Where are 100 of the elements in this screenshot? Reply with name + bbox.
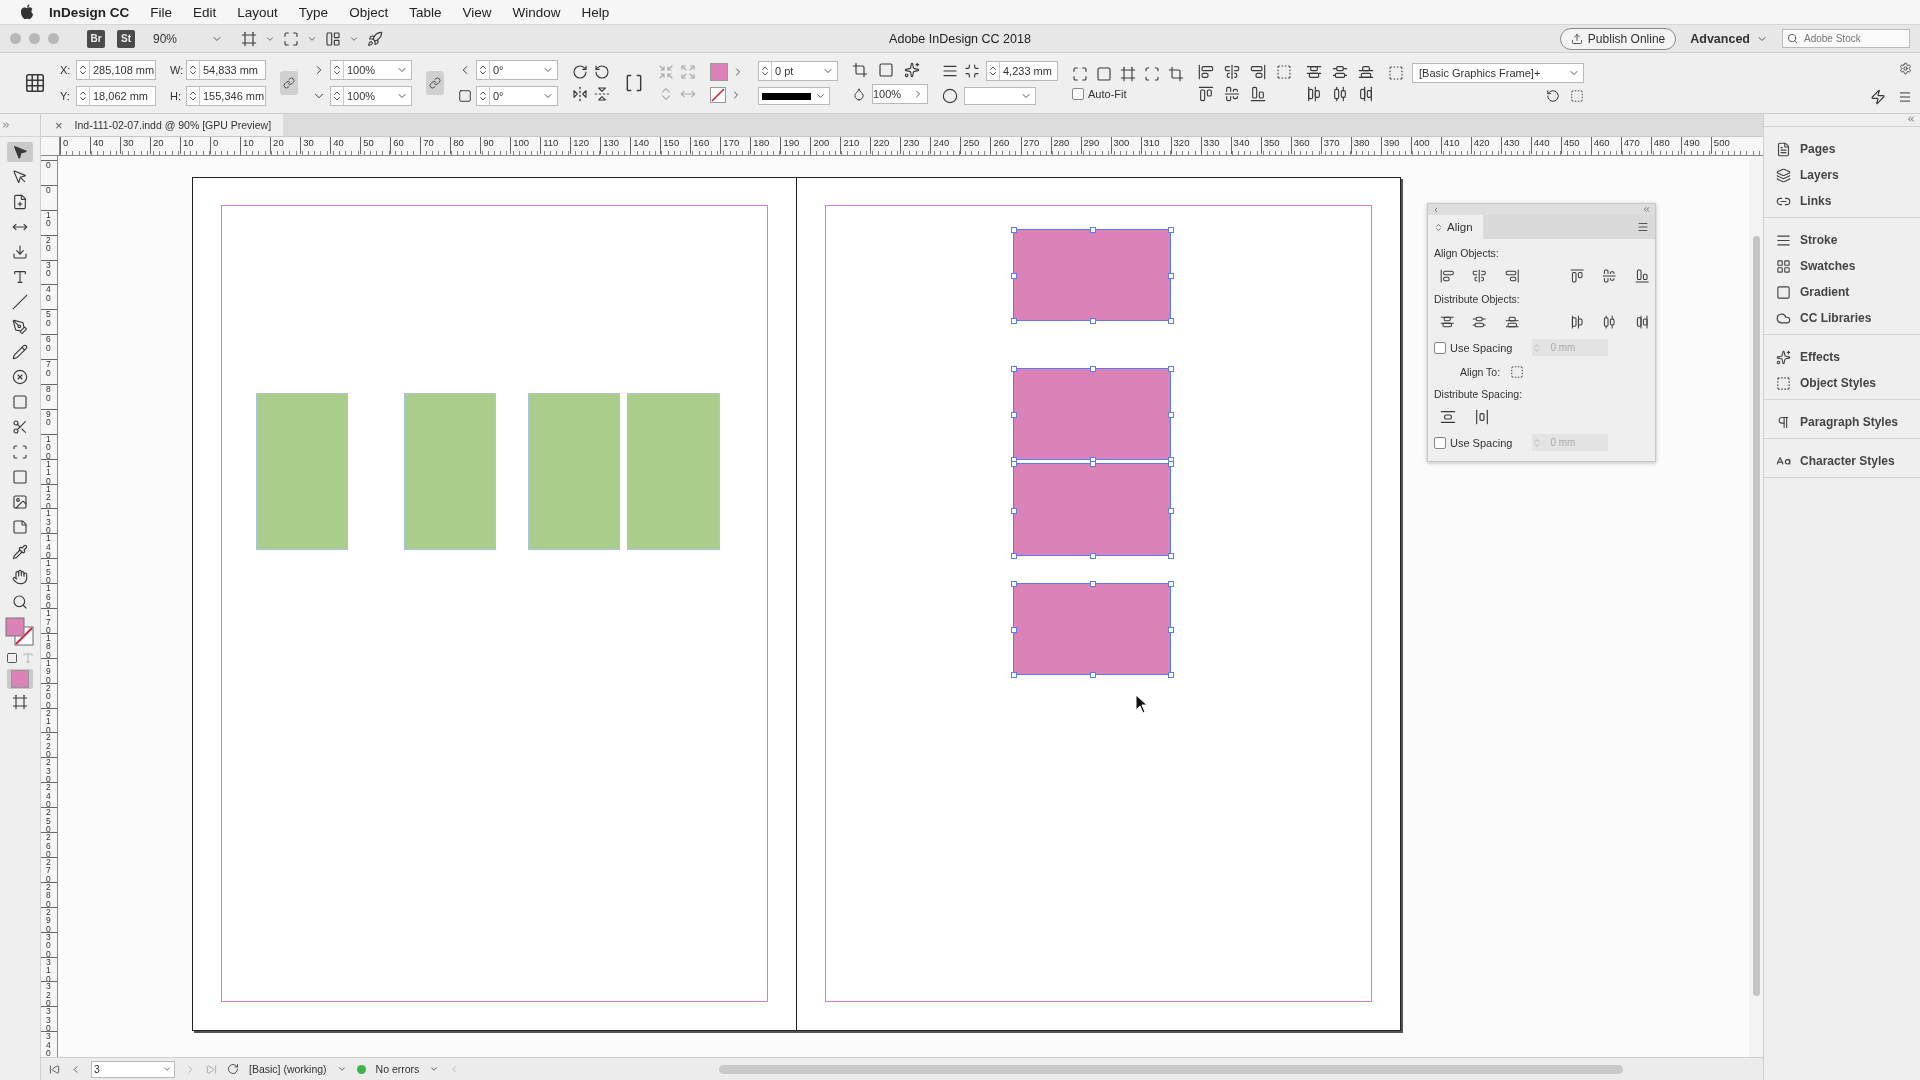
spinner-icon[interactable] bbox=[77, 90, 89, 102]
open-page-icon[interactable] bbox=[227, 1063, 239, 1075]
selection-tool-icon[interactable] bbox=[12, 144, 28, 160]
scale-y-field[interactable]: 100% bbox=[330, 86, 412, 106]
panel-item[interactable]: Gradient bbox=[1764, 279, 1920, 305]
preflight-status-dropdown[interactable]: No errors bbox=[356, 1063, 440, 1075]
text-wrap-icon[interactable] bbox=[942, 63, 958, 79]
align-bottom-icon[interactable] bbox=[1250, 86, 1266, 102]
object-style-icon[interactable] bbox=[1388, 65, 1404, 81]
fill-stroke-swatch[interactable] bbox=[5, 617, 35, 647]
distribute-bottom-icon[interactable] bbox=[1504, 314, 1520, 330]
shear-angle-field[interactable]: 0° bbox=[476, 86, 558, 106]
distribute-horizontal-space-icon[interactable] bbox=[1474, 409, 1490, 425]
flip-horizontal-icon[interactable] bbox=[572, 86, 588, 102]
panel-item[interactable]: Pages bbox=[1764, 136, 1920, 162]
menu-item[interactable]: Table bbox=[409, 4, 442, 20]
menu-icon[interactable] bbox=[1898, 89, 1912, 104]
hand-tool-icon[interactable] bbox=[12, 569, 28, 585]
line-tool-icon[interactable] bbox=[12, 294, 28, 310]
pen-tool-icon[interactable] bbox=[12, 319, 28, 335]
align-to-selection-icon[interactable] bbox=[1510, 365, 1525, 379]
zoom-level-dropdown[interactable]: 90% bbox=[153, 31, 224, 46]
spinner-icon[interactable] bbox=[77, 64, 89, 76]
stroke-type-dropdown[interactable] bbox=[758, 87, 830, 105]
direct-selection-tool-icon[interactable] bbox=[12, 169, 28, 185]
distribute-horizontal-icon[interactable] bbox=[1602, 314, 1617, 330]
settings-icon[interactable] bbox=[1899, 61, 1912, 75]
constrain-scale-button[interactable] bbox=[426, 71, 444, 95]
height-field[interactable]: 155,346 mm bbox=[186, 86, 266, 106]
spinner-icon[interactable] bbox=[759, 65, 771, 77]
publish-online-button[interactable]: Publish Online bbox=[1559, 27, 1677, 50]
opacity-icon[interactable] bbox=[852, 87, 866, 101]
close-tab-button[interactable]: × bbox=[55, 117, 63, 133]
zoom-tool-icon[interactable] bbox=[12, 594, 28, 610]
apply-color-button[interactable] bbox=[7, 669, 33, 689]
document-tab[interactable]: × Ind-111-02-07.indd @ 90% [GPU Preview] bbox=[41, 114, 284, 136]
first-page-icon[interactable] bbox=[49, 1063, 60, 1075]
scissors-tool-icon[interactable] bbox=[12, 419, 28, 435]
use-spacing-checkbox[interactable]: Use Spacing bbox=[1434, 436, 1513, 449]
frame-fitting-icon[interactable] bbox=[852, 62, 868, 78]
frame-tool-icon[interactable] bbox=[12, 369, 28, 385]
object-style-dropdown[interactable]: [Basic Graphics Frame]+ bbox=[1412, 63, 1584, 83]
distribute-right-icon[interactable] bbox=[1358, 86, 1374, 102]
quick-apply-icon[interactable] bbox=[1870, 88, 1886, 105]
arrange-documents-icon[interactable] bbox=[325, 30, 342, 47]
panel-item[interactable]: Character Styles bbox=[1764, 448, 1920, 474]
menu-item[interactable]: Layout bbox=[237, 4, 278, 20]
align-top-icon[interactable] bbox=[1569, 268, 1585, 284]
distribute-bottom-icon[interactable] bbox=[1358, 64, 1374, 80]
type-tool-icon[interactable] bbox=[12, 269, 28, 285]
object-styles-icon[interactable] bbox=[1776, 375, 1791, 391]
align-center-icon[interactable] bbox=[1472, 268, 1487, 284]
formatting-container-icon[interactable] bbox=[6, 652, 18, 664]
bridge-button[interactable]: Br bbox=[87, 29, 105, 48]
spinner-icon[interactable] bbox=[331, 90, 343, 102]
content-collector-icon[interactable] bbox=[12, 244, 28, 260]
panel-item[interactable]: CC Libraries bbox=[1764, 305, 1920, 331]
pages-icon[interactable] bbox=[1776, 141, 1791, 157]
paragraph-styles-icon[interactable] bbox=[1776, 414, 1791, 430]
preflight-profile-dropdown[interactable]: [Basic] (working) bbox=[249, 1063, 347, 1075]
wrap-contour-icon[interactable] bbox=[942, 88, 958, 104]
stroke-none-swatch[interactable] bbox=[710, 87, 726, 103]
menu-item[interactable]: Help bbox=[581, 4, 610, 20]
app-name-menu[interactable]: InDesign CC bbox=[49, 4, 130, 20]
spinner-icon[interactable] bbox=[477, 64, 489, 76]
align-right-icon[interactable] bbox=[1504, 268, 1520, 284]
page-number-field[interactable]: 3 bbox=[91, 1060, 175, 1078]
rotate-clockwise-icon[interactable] bbox=[572, 64, 588, 80]
align-right-icon[interactable] bbox=[1250, 64, 1266, 80]
note-tool-icon[interactable] bbox=[12, 519, 28, 535]
stroke-weight-field[interactable]: 0 pt bbox=[758, 61, 838, 81]
distribute-vertical-space-icon[interactable] bbox=[1440, 409, 1456, 425]
swatches-icon[interactable] bbox=[1776, 258, 1791, 274]
scale-x-field[interactable]: 100% bbox=[330, 60, 412, 80]
distribute-center-icon[interactable] bbox=[1472, 314, 1487, 330]
distribute-left-icon[interactable] bbox=[1569, 314, 1585, 330]
align-middle-icon[interactable] bbox=[1224, 86, 1240, 102]
publish-icon[interactable] bbox=[367, 30, 384, 47]
align-top-icon[interactable] bbox=[1198, 86, 1214, 102]
transform-tool-icon[interactable] bbox=[12, 444, 28, 460]
distribute-top-icon[interactable] bbox=[1440, 314, 1455, 330]
rectangle-tool-icon[interactable] bbox=[12, 394, 28, 410]
spinner-icon[interactable] bbox=[477, 90, 489, 102]
vertical-scrollbar[interactable] bbox=[1752, 236, 1760, 996]
align-left-icon[interactable] bbox=[1440, 268, 1455, 284]
search-field[interactable]: Adobe Stock bbox=[1782, 29, 1910, 48]
clear-overrides-icon[interactable] bbox=[1546, 89, 1560, 103]
horizontal-scrollbar[interactable] bbox=[719, 1064, 1623, 1074]
dropdown-caret-icon[interactable] bbox=[429, 1064, 440, 1074]
align-center-icon[interactable] bbox=[1224, 64, 1240, 80]
wrap-offset-field[interactable]: 4,233 mm bbox=[986, 61, 1058, 81]
page-tool-icon[interactable] bbox=[12, 194, 28, 210]
rotation-angle-field[interactable]: 0° bbox=[476, 60, 558, 80]
layers-icon[interactable] bbox=[1776, 167, 1791, 183]
align-to-selection-icon[interactable] bbox=[1276, 64, 1292, 80]
dropdown-caret-icon[interactable] bbox=[162, 1064, 172, 1074]
menu-item[interactable]: Type bbox=[298, 4, 329, 20]
eyedropper-icon[interactable] bbox=[12, 544, 28, 560]
menu-item[interactable]: Window bbox=[512, 4, 561, 20]
align-bottom-icon[interactable] bbox=[1634, 268, 1649, 284]
